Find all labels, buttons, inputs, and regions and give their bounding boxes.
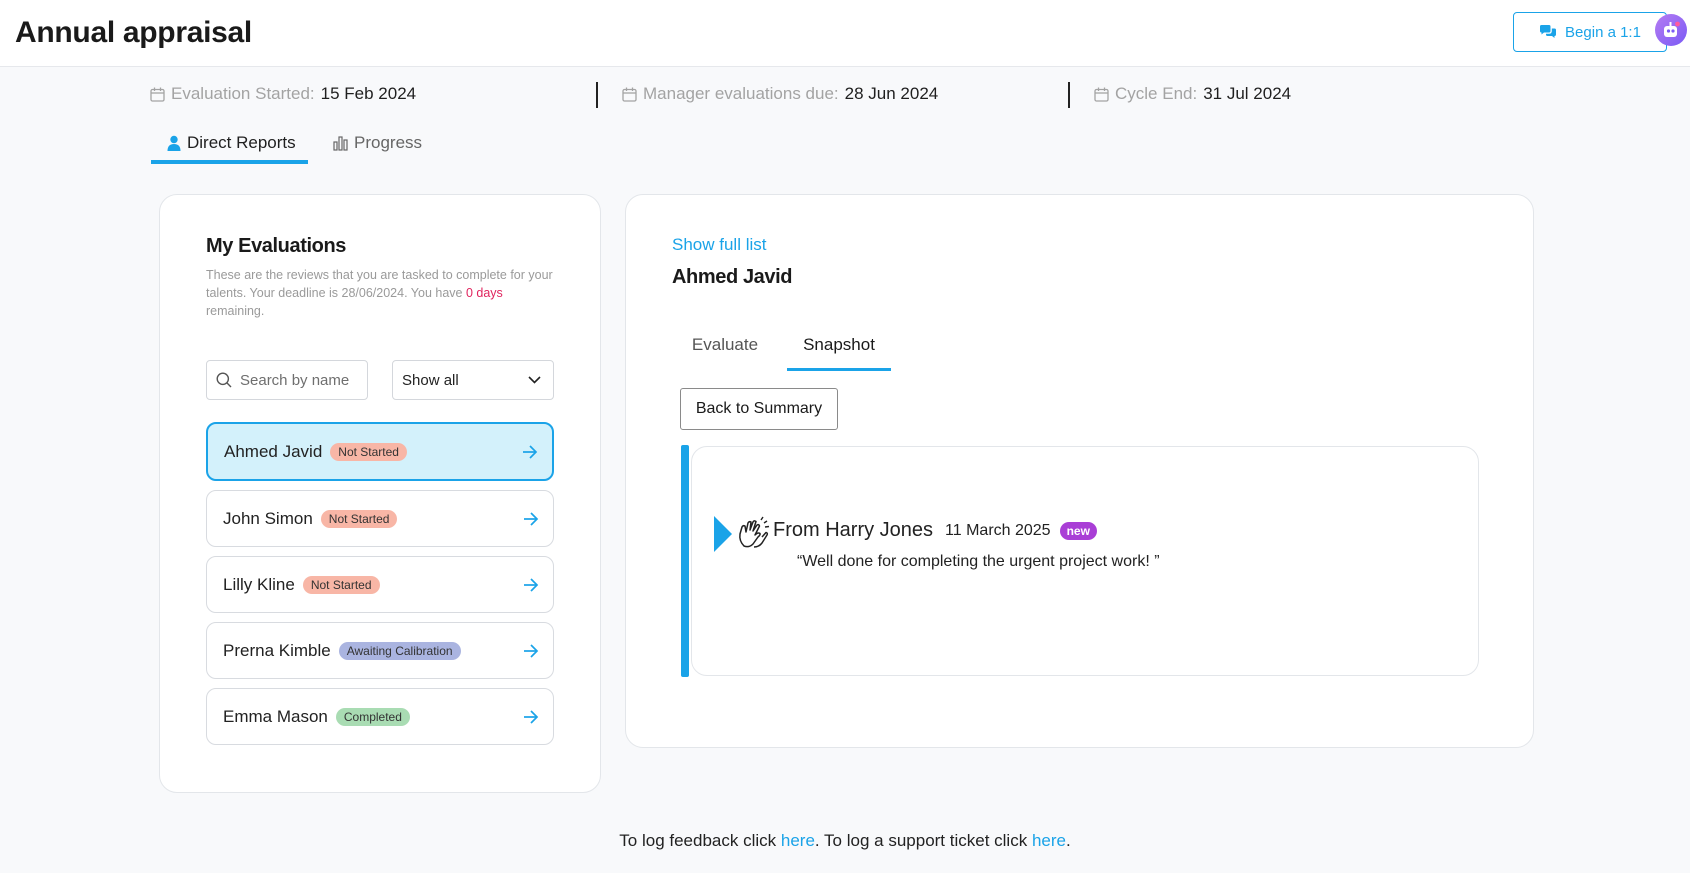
back-to-summary-button[interactable]: Back to Summary bbox=[680, 388, 838, 430]
evaluation-name: Lilly Kline bbox=[223, 574, 295, 594]
snapshot-accent-bar bbox=[681, 445, 689, 677]
log-feedback-link[interactable]: here bbox=[781, 831, 815, 850]
clapping-hands-icon bbox=[739, 516, 770, 548]
play-triangle-icon bbox=[714, 516, 732, 552]
snapshot-header: From Harry Jones 11 March 2025 new bbox=[773, 519, 1097, 542]
evaluation-started-value: 15 Feb 2024 bbox=[320, 84, 417, 103]
search-icon bbox=[216, 372, 232, 388]
cycle-end-label: Cycle End: bbox=[1115, 84, 1198, 103]
tab-direct-reports[interactable]: Direct Reports bbox=[151, 130, 308, 164]
snapshot-date: 11 March 2025 bbox=[945, 521, 1051, 539]
tab-snapshot[interactable]: Snapshot bbox=[787, 335, 891, 371]
footer-text: . To log a support ticket click bbox=[814, 831, 1032, 850]
status-badge: Not Started bbox=[330, 442, 407, 461]
footer: To log feedback click here. To log a sup… bbox=[0, 831, 1690, 851]
tab-evaluate-label: Evaluate bbox=[691, 335, 759, 354]
chat-bubbles-icon bbox=[1540, 25, 1557, 38]
show-full-list-link[interactable]: Show full list bbox=[672, 235, 766, 255]
calendar-icon bbox=[150, 87, 165, 102]
arrow-right-icon bbox=[524, 643, 539, 658]
evaluation-started-label: Evaluation Started: bbox=[171, 84, 315, 103]
manager-evaluations-due-value: 28 Jun 2024 bbox=[844, 84, 939, 103]
snapshot-card: From Harry Jones 11 March 2025 new “Well… bbox=[691, 446, 1479, 676]
search-input[interactable] bbox=[240, 371, 360, 389]
evaluation-item-emma-mason[interactable]: Emma Mason Completed bbox=[206, 688, 554, 745]
footer-text: To log feedback click bbox=[619, 831, 781, 850]
my-evaluations-panel: My Evaluations These are the reviews tha… bbox=[159, 194, 601, 793]
status-badge: Not Started bbox=[302, 575, 380, 594]
chevron-down-icon bbox=[528, 376, 541, 384]
evaluation-name: Ahmed Javid bbox=[224, 441, 323, 461]
evaluation-name: John Simon bbox=[223, 508, 313, 528]
cycle-end-value: 31 Jul 2024 bbox=[1203, 84, 1292, 103]
snapshot-from: From Harry Jones bbox=[773, 519, 934, 541]
page-title: Annual appraisal bbox=[15, 16, 252, 49]
arrow-right-icon bbox=[524, 577, 539, 592]
person-name: Ahmed Javid bbox=[672, 266, 793, 288]
status-filter-value: Show all bbox=[402, 371, 459, 389]
divider bbox=[596, 82, 598, 108]
days-remaining: 0 days bbox=[465, 286, 503, 300]
evaluation-item-prerna-kimble[interactable]: Prerna Kimble Awaiting Calibration bbox=[206, 622, 554, 679]
evaluation-item-lilly-kline[interactable]: Lilly Kline Not Started bbox=[206, 556, 554, 613]
evaluation-item-john-simon[interactable]: John Simon Not Started bbox=[206, 490, 554, 547]
avatar[interactable] bbox=[1655, 14, 1687, 46]
description-text-end: remaining. bbox=[206, 304, 265, 318]
cycle-end: Cycle End: 31 Jul 2024 bbox=[1094, 84, 1291, 104]
new-badge: new bbox=[1059, 521, 1097, 540]
robot-icon bbox=[1664, 21, 1680, 37]
manager-evaluations-due-label: Manager evaluations due: bbox=[643, 84, 839, 103]
footer-text: . bbox=[1065, 831, 1071, 850]
my-evaluations-title: My Evaluations bbox=[206, 235, 346, 257]
status-badge: Completed bbox=[335, 707, 410, 726]
evaluation-name: Emma Mason bbox=[223, 706, 328, 726]
status-badge: Awaiting Calibration bbox=[338, 641, 461, 660]
begin-button-label: Begin a 1:1 bbox=[1565, 23, 1641, 41]
calendar-icon bbox=[1094, 87, 1109, 102]
calendar-icon bbox=[622, 87, 637, 102]
tab-direct-reports-label: Direct Reports bbox=[187, 133, 296, 152]
tab-snapshot-label: Snapshot bbox=[803, 335, 875, 354]
status-filter-select[interactable]: Show all bbox=[392, 360, 554, 400]
tab-evaluate[interactable]: Evaluate bbox=[680, 335, 770, 371]
evaluation-started: Evaluation Started: 15 Feb 2024 bbox=[150, 84, 416, 104]
arrow-right-icon bbox=[524, 709, 539, 724]
search-box bbox=[206, 360, 368, 400]
cycle-dates: Evaluation Started: 15 Feb 2024 Manager … bbox=[150, 82, 1350, 110]
tab-progress[interactable]: Progress bbox=[333, 130, 422, 164]
support-ticket-link[interactable]: here bbox=[1032, 831, 1066, 850]
snapshot-quote: “Well done for completing the urgent pro… bbox=[797, 553, 1160, 570]
evaluation-name: Prerna Kimble bbox=[223, 640, 331, 660]
bar-chart-icon bbox=[333, 136, 348, 151]
evaluation-detail-panel: Show full list Ahmed Javid Evaluate Snap… bbox=[625, 194, 1534, 748]
evaluation-item-ahmed-javid[interactable]: Ahmed Javid Not Started bbox=[206, 422, 554, 481]
status-badge: Not Started bbox=[320, 509, 398, 528]
top-bar: Annual appraisal Begin a 1:1 bbox=[0, 0, 1690, 67]
divider bbox=[1068, 82, 1070, 108]
manager-evaluations-due: Manager evaluations due: 28 Jun 2024 bbox=[622, 84, 938, 104]
tab-progress-label: Progress bbox=[354, 133, 423, 152]
person-icon bbox=[167, 135, 181, 151]
arrow-right-icon bbox=[523, 444, 538, 459]
begin-one-on-one-button[interactable]: Begin a 1:1 bbox=[1513, 12, 1667, 52]
arrow-right-icon bbox=[524, 511, 539, 526]
my-evaluations-description: These are the reviews that you are taske… bbox=[206, 266, 556, 320]
